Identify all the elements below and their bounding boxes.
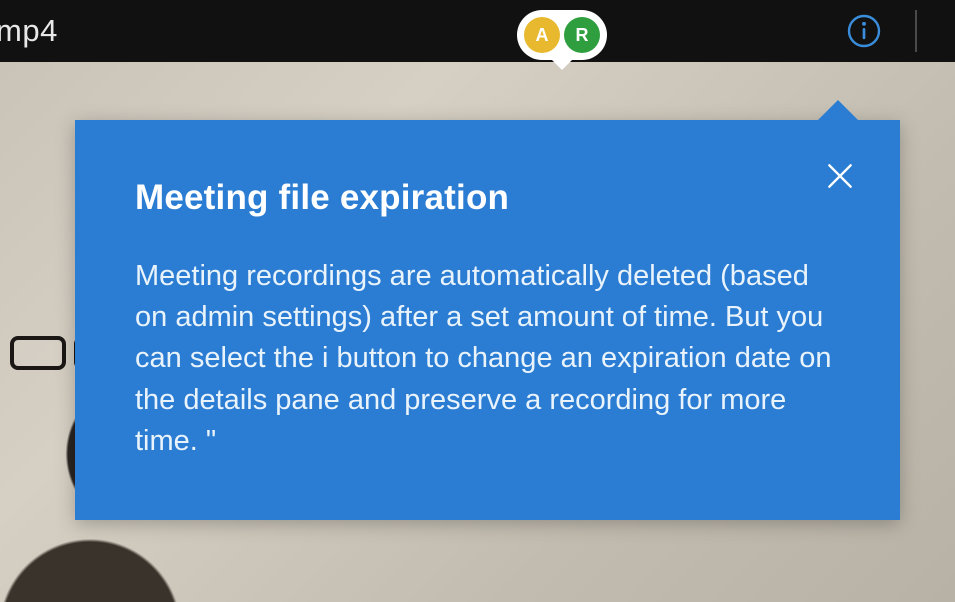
topbar-divider: [915, 10, 917, 52]
presence-avatars-pill[interactable]: A R: [517, 10, 607, 60]
avatar-a-initial: A: [536, 25, 549, 46]
info-icon: [846, 13, 882, 49]
callout-body: Meeting recordings are automatically del…: [135, 256, 840, 462]
file-title-fragment: mp4: [0, 13, 58, 49]
avatar-a: A: [524, 17, 560, 53]
teaching-callout: Meeting file expiration Meeting recordin…: [75, 120, 900, 520]
callout-close-button[interactable]: [824, 160, 856, 192]
callout-title: Meeting file expiration: [135, 178, 840, 218]
avatar-r: R: [564, 17, 600, 53]
info-button[interactable]: [843, 10, 885, 52]
topbar: mp4 A R: [0, 0, 955, 62]
app-root: mp4 A R Meeting file expiration Meeting …: [0, 0, 955, 602]
avatar-r-initial: R: [576, 25, 589, 46]
callout-beak: [818, 100, 858, 120]
close-icon: [824, 160, 856, 192]
